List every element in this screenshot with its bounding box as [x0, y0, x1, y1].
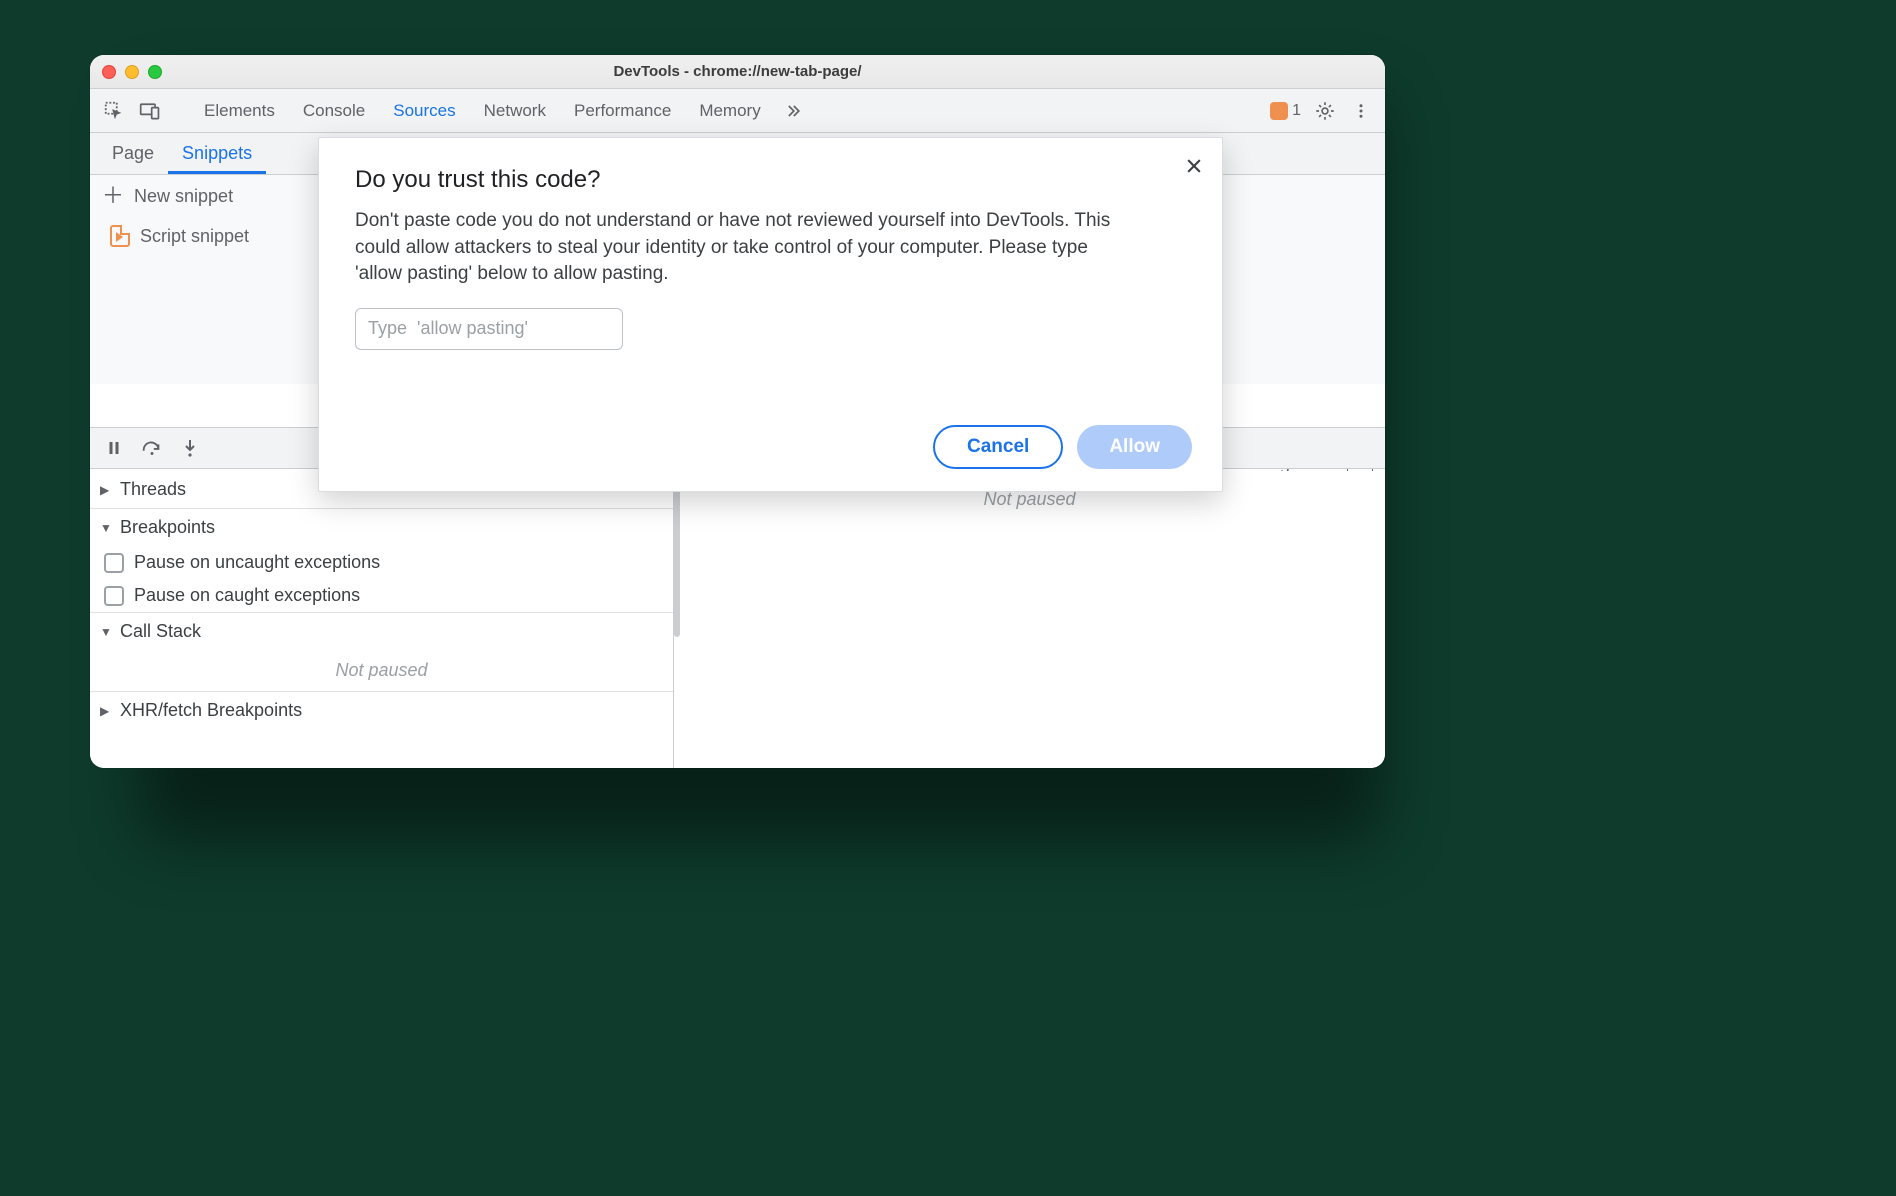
window-minimize-button[interactable]	[125, 65, 139, 79]
warning-count[interactable]: 1	[1270, 102, 1301, 120]
pause-caught-row[interactable]: Pause on caught exceptions	[90, 579, 673, 612]
snippet-item-label: Script snippet	[140, 226, 249, 247]
plus-icon: ＋	[102, 185, 124, 207]
warning-count-value: 1	[1292, 102, 1301, 120]
step-over-icon[interactable]	[136, 432, 168, 464]
kebab-icon[interactable]	[1345, 95, 1377, 127]
callstack-header[interactable]: ▼ Call Stack	[90, 613, 673, 650]
callstack-label: Call Stack	[120, 621, 201, 642]
cancel-button[interactable]: Cancel	[933, 425, 1063, 469]
tab-memory[interactable]: Memory	[687, 89, 772, 132]
window-zoom-button[interactable]	[148, 65, 162, 79]
snippet-file-icon	[110, 225, 130, 247]
tab-sources[interactable]: Sources	[381, 89, 467, 132]
pause-uncaught-label: Pause on uncaught exceptions	[134, 552, 380, 573]
window-close-button[interactable]	[102, 65, 116, 79]
pause-icon[interactable]	[98, 432, 130, 464]
pause-caught-label: Pause on caught exceptions	[134, 585, 360, 606]
chevron-down-icon: ▼	[100, 521, 114, 535]
dialog-body: Don't paste code you do not understand o…	[355, 208, 1115, 288]
close-icon[interactable]	[1180, 152, 1208, 180]
chevrons-right-icon[interactable]	[777, 95, 809, 127]
chevron-right-icon: ▶	[100, 483, 114, 497]
dialog-title: Do you trust this code?	[355, 166, 1186, 194]
tab-performance[interactable]: Performance	[562, 89, 683, 132]
allow-button[interactable]: Allow	[1077, 425, 1192, 469]
right-not-paused: Not paused	[674, 489, 1385, 510]
titlebar: DevTools - chrome://new-tab-page/	[90, 55, 1385, 89]
section-breakpoints: ▼ Breakpoints Pause on uncaught exceptio…	[90, 509, 673, 613]
debugger-panes: ▶ Threads ▼ Breakpoints Pause on uncaugh…	[90, 471, 1385, 768]
xhr-label: XHR/fetch Breakpoints	[120, 700, 302, 721]
pause-uncaught-row[interactable]: Pause on uncaught exceptions	[90, 546, 673, 579]
debugger-right-pane: Not paused	[674, 471, 1385, 768]
main-tabstrip: Elements Console Sources Network Perform…	[90, 89, 1385, 133]
section-callstack: ▼ Call Stack Not paused	[90, 613, 673, 692]
breakpoints-label: Breakpoints	[120, 517, 215, 538]
subtab-snippets[interactable]: Snippets	[168, 135, 266, 174]
tab-elements[interactable]: Elements	[192, 89, 287, 132]
inspect-icon[interactable]	[98, 95, 130, 127]
section-xhr[interactable]: ▶ XHR/fetch Breakpoints	[90, 692, 673, 729]
tab-network[interactable]: Network	[472, 89, 558, 132]
chevron-right-icon: ▶	[100, 704, 114, 718]
allow-pasting-input[interactable]	[355, 308, 623, 350]
breakpoints-header[interactable]: ▼ Breakpoints	[90, 509, 673, 546]
chevron-down-icon: ▼	[100, 625, 114, 639]
devtools-window: DevTools - chrome://new-tab-page/ Elemen…	[90, 55, 1385, 768]
tab-console[interactable]: Console	[291, 89, 377, 132]
checkbox-unchecked-icon[interactable]	[104, 553, 124, 573]
traffic-lights	[102, 65, 162, 79]
new-snippet-label: New snippet	[134, 186, 233, 207]
trust-code-dialog: Do you trust this code? Don't paste code…	[318, 137, 1223, 492]
debugger-left-pane: ▶ Threads ▼ Breakpoints Pause on uncaugh…	[90, 471, 674, 768]
device-mode-icon[interactable]	[134, 95, 166, 127]
warning-icon	[1270, 102, 1288, 120]
window-title: DevTools - chrome://new-tab-page/	[90, 63, 1385, 80]
threads-label: Threads	[120, 479, 186, 500]
checkbox-unchecked-icon[interactable]	[104, 586, 124, 606]
step-into-icon[interactable]	[174, 432, 206, 464]
subtab-page[interactable]: Page	[98, 135, 168, 174]
callstack-not-paused: Not paused	[90, 650, 673, 691]
dialog-actions: Cancel Allow	[933, 425, 1192, 469]
gear-icon[interactable]	[1309, 95, 1341, 127]
